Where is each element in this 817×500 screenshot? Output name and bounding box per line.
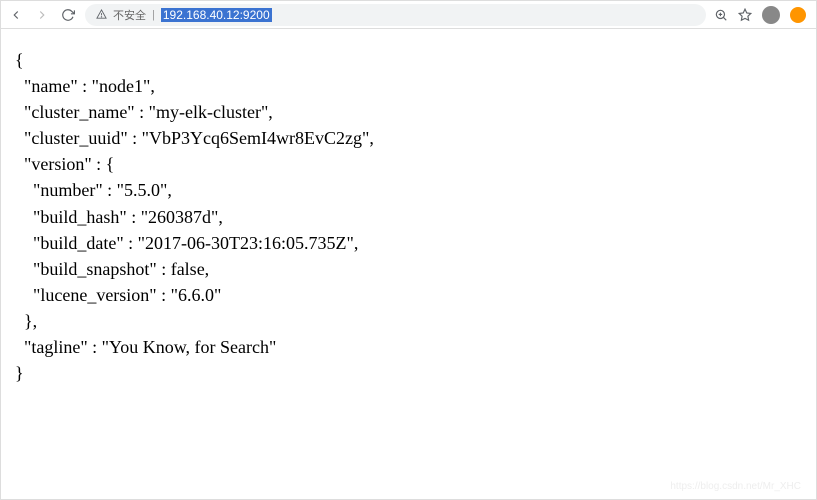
zoom-icon[interactable] xyxy=(714,8,728,22)
back-button[interactable] xyxy=(7,6,25,24)
star-icon[interactable] xyxy=(738,8,752,22)
url-input[interactable]: 不安全 | 192.168.40.12:9200 xyxy=(85,4,706,26)
toolbar-right xyxy=(714,6,810,24)
insecure-label: 不安全 xyxy=(113,7,146,23)
address-bar: 不安全 | 192.168.40.12:9200 xyxy=(1,1,816,29)
url-text: 192.168.40.12:9200 xyxy=(161,8,272,22)
reload-button[interactable] xyxy=(59,6,77,24)
forward-button[interactable] xyxy=(33,6,51,24)
separator: | xyxy=(152,9,155,21)
warning-icon xyxy=(95,9,107,21)
notification-badge[interactable] xyxy=(790,7,806,23)
profile-avatar[interactable] xyxy=(762,6,780,24)
json-body: { "name" : "node1", "cluster_name" : "my… xyxy=(1,29,816,404)
watermark: https://blog.csdn.net/Mr_XHC xyxy=(670,481,801,492)
